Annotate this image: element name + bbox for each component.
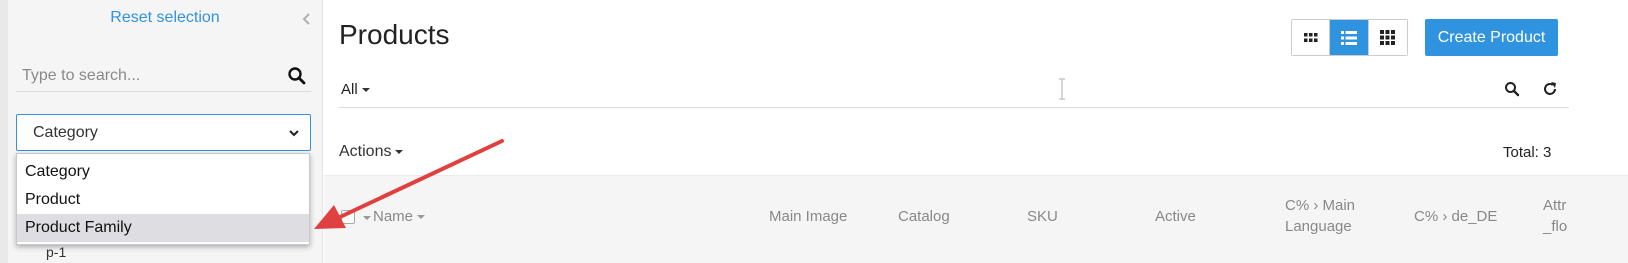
large-grid-icon: [1380, 30, 1396, 45]
column-sku[interactable]: SKU: [1027, 206, 1058, 227]
large-grid-view-button[interactable]: [1368, 20, 1408, 55]
column-attribute-line1: Attr: [1543, 197, 1567, 214]
page-title: Products: [339, 19, 450, 50]
column-de-de[interactable]: C% › de_DE: [1414, 206, 1497, 227]
total-label: Total:: [1503, 144, 1539, 161]
sort-caret-icon: [417, 215, 426, 220]
main-panel: Products Create Product All Actions Tota…: [324, 0, 1628, 263]
small-grid-view-button[interactable]: [1292, 20, 1331, 55]
column-main-language-line2: Language: [1285, 218, 1352, 235]
caret-down-icon: [395, 149, 404, 154]
create-product-button[interactable]: Create Product: [1425, 19, 1558, 56]
text-cursor-icon: [1059, 78, 1065, 100]
entity-type-select[interactable]: Category: [16, 114, 311, 151]
tree-item[interactable]: p-1: [46, 244, 66, 260]
filter-bar: All: [339, 70, 1569, 108]
refresh-icon[interactable]: [1542, 81, 1558, 97]
search-input[interactable]: [16, 60, 281, 91]
column-attribute[interactable]: Attr _flo: [1543, 195, 1567, 237]
filter-all-label: All: [341, 81, 358, 98]
list-icon: [1341, 30, 1358, 45]
total-value: 3: [1543, 144, 1552, 161]
sidebar-edge: [0, 0, 8, 263]
view-mode-toggle: [1291, 19, 1408, 56]
reset-selection-link[interactable]: Reset selection: [0, 9, 330, 27]
list-view-button[interactable]: [1330, 20, 1369, 55]
app-window: Reset selection Category Category Produc…: [0, 0, 1628, 263]
search-icon[interactable]: [287, 66, 307, 86]
caret-down-icon[interactable]: [363, 216, 371, 220]
select-value: Category: [33, 124, 98, 141]
chevron-down-icon: [289, 130, 299, 137]
actions-dropdown[interactable]: Actions: [339, 143, 404, 161]
column-catalog[interactable]: Catalog: [898, 206, 950, 227]
column-main-image[interactable]: Main Image: [769, 206, 847, 227]
caret-down-icon: [361, 88, 370, 93]
select-dropdown: Category Product Product Family: [16, 153, 310, 245]
option-product[interactable]: Product: [17, 186, 309, 214]
column-main-language[interactable]: C% › Main Language: [1285, 195, 1355, 237]
small-grid-icon: [1303, 32, 1318, 42]
search-icon[interactable]: [1504, 81, 1520, 97]
column-main-language-line1: C% › Main: [1285, 197, 1356, 214]
sidebar-search: [16, 60, 311, 92]
column-active[interactable]: Active: [1155, 206, 1196, 227]
column-attribute-line2: _flo: [1543, 218, 1568, 235]
total-count: Total: 3: [1503, 144, 1551, 161]
chevron-left-icon[interactable]: [300, 12, 312, 26]
column-name[interactable]: Name: [373, 206, 426, 227]
table-header: Name Main Image Catalog SKU Active C% › …: [324, 175, 1628, 263]
actions-label: Actions: [339, 143, 392, 160]
filter-all-dropdown[interactable]: All: [341, 81, 370, 98]
column-name-label: Name: [373, 208, 414, 225]
sidebar: Reset selection Category Category Produc…: [0, 0, 323, 263]
select-all-checkbox[interactable]: [341, 210, 355, 224]
option-category[interactable]: Category: [17, 158, 309, 186]
option-product-family[interactable]: Product Family: [17, 214, 309, 242]
